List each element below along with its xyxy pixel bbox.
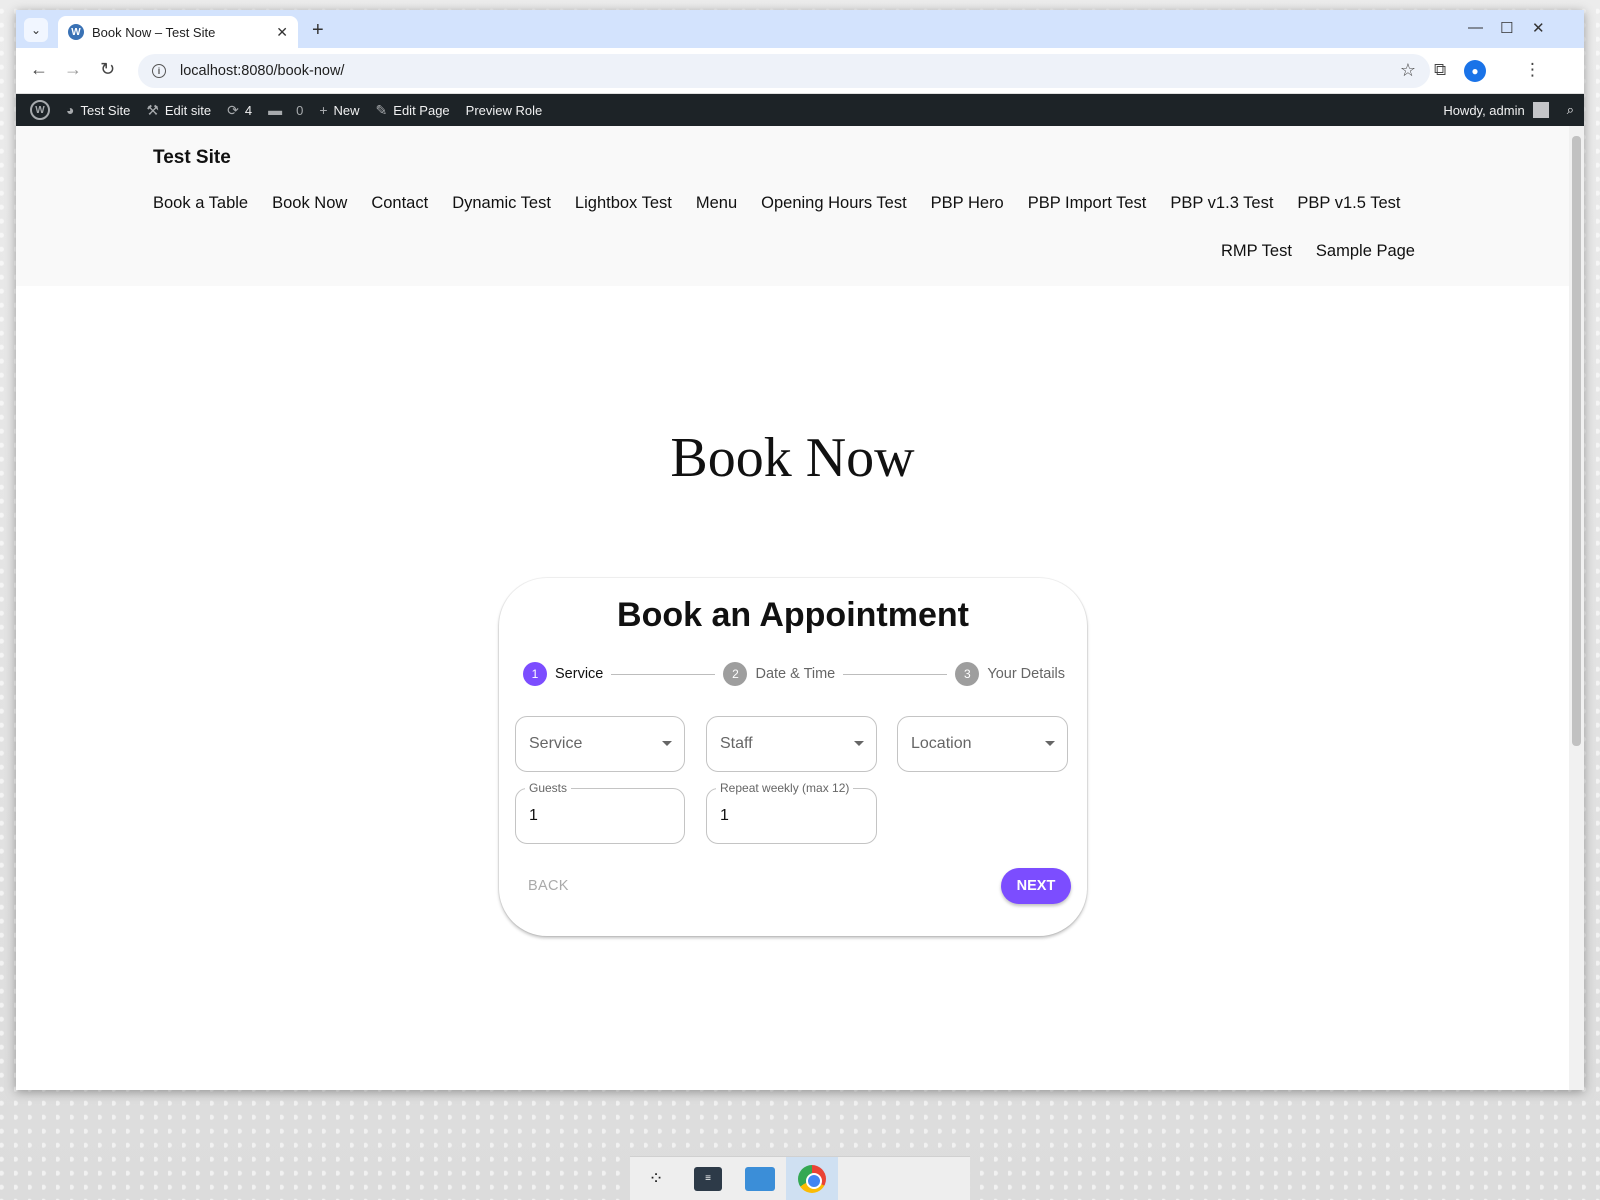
wordpress-logo-icon: W [30, 100, 50, 120]
chrome-app-icon[interactable] [786, 1156, 838, 1200]
step-label: Date & Time [755, 666, 836, 682]
admin-updates[interactable]: ⟳ 4 [219, 94, 260, 126]
step-your-details: 3 Your Details [955, 662, 1065, 686]
profile-icon[interactable]: ● [1464, 60, 1486, 82]
window-close-icon[interactable]: ✕ [1532, 19, 1545, 37]
admin-site-name[interactable]: ◕ Test Site [58, 94, 138, 126]
back-button[interactable]: BACK [528, 878, 569, 894]
dashboard-icon: ◕ [66, 102, 75, 118]
nav-link[interactable]: Opening Hours Test [761, 194, 907, 213]
avatar [1532, 102, 1549, 118]
app-launcher-icon[interactable]: ⁘ [630, 1157, 682, 1200]
site-navigation: Book a Table Book Now Contact Dynamic Test L… [153, 194, 1453, 261]
more-menu-icon[interactable]: ⋮ [1524, 60, 1541, 80]
search-icon[interactable]: ⌕ [1557, 94, 1584, 126]
nav-link[interactable]: PBP v1.3 Test [1170, 194, 1273, 213]
nav-link[interactable]: PBP Import Test [1028, 194, 1147, 213]
step-label: Service [555, 666, 604, 682]
step-number: 2 [723, 662, 748, 686]
tab-title: Book Now – Test Site [92, 24, 216, 40]
comment-icon: ▬ [268, 102, 283, 118]
admin-preview-role[interactable]: Preview Role [458, 94, 551, 126]
files-app-icon[interactable] [734, 1157, 786, 1200]
guests-input[interactable]: Guests 1 [515, 781, 685, 844]
terminal-app-icon[interactable]: ≡ [682, 1157, 734, 1200]
admin-account[interactable]: Howdy, admin [1435, 94, 1556, 126]
scrollbar-thumb[interactable] [1572, 136, 1581, 746]
address-bar[interactable]: i localhost:8080/book-now/ ☆ [138, 54, 1430, 88]
bookmark-star-icon[interactable]: ☆ [1400, 60, 1416, 81]
next-button[interactable]: NEXT [1001, 868, 1071, 904]
dropdown-caret-icon [662, 741, 672, 746]
wp-admin-bar: W ◕ Test Site ⚒ Edit site ⟳ 4 ▬ 0 + New ✎ Edit… [16, 94, 1584, 126]
hammer-icon: ⚒ [146, 101, 159, 118]
page-scrollbar[interactable] [1569, 126, 1584, 1090]
nav-link[interactable]: PBP Hero [931, 194, 1004, 213]
booking-stepper: 1 Service 2 Date & Time 3 Your Details [523, 662, 1065, 686]
browser-toolbar: ← → ↻ i localhost:8080/book-now/ ☆ ⧉ ● ⋮ [16, 48, 1584, 94]
nav-link[interactable]: Book Now [272, 194, 347, 213]
repeat-weekly-value: 1 [720, 807, 729, 824]
url-text: localhost:8080/book-now/ [180, 63, 345, 79]
step-label: Your Details [987, 666, 1066, 682]
admin-comments[interactable]: ▬ 0 [260, 94, 311, 126]
pencil-icon: ✎ [375, 101, 388, 118]
active-tab[interactable]: W Book Now – Test Site ✕ [58, 16, 298, 48]
location-select[interactable]: Location [897, 716, 1068, 772]
admin-edit-page[interactable]: ✎ Edit Page [368, 94, 458, 126]
service-select[interactable]: Service [515, 716, 685, 772]
extensions-icon[interactable]: ⧉ [1434, 60, 1446, 80]
admin-edit-site[interactable]: ⚒ Edit site [138, 94, 219, 126]
admin-new[interactable]: + New [311, 94, 367, 126]
wp-logo-menu[interactable]: W [22, 94, 58, 126]
step-number: 3 [955, 662, 980, 686]
tab-list-icon[interactable]: ⌄ [24, 18, 48, 42]
maximize-icon[interactable]: ☐ [1500, 19, 1513, 37]
updates-icon: ⟳ [227, 101, 239, 118]
repeat-weekly-label: Repeat weekly (max 12) [716, 781, 854, 795]
nav-link[interactable]: Contact [371, 194, 428, 213]
nav-link[interactable]: RMP Test [1221, 242, 1292, 261]
dropdown-caret-icon [1045, 741, 1055, 746]
site-page: Test Site Book a Table Book Now Contact Dyn… [16, 126, 1569, 1090]
back-icon[interactable]: ← [30, 59, 48, 80]
nav-link[interactable]: Dynamic Test [452, 194, 551, 213]
step-connector [843, 673, 948, 675]
page-title: Book Now [670, 427, 915, 489]
minimize-icon[interactable]: — [1468, 19, 1483, 36]
repeat-weekly-input[interactable]: Repeat weekly (max 12) 1 [706, 781, 877, 844]
nav-link[interactable]: Lightbox Test [575, 194, 672, 213]
taskbar: ⁘ ≡ [630, 1156, 970, 1200]
reload-icon[interactable]: ↻ [100, 59, 115, 80]
booking-card: Book an Appointment 1 Service 2 Date & T… [499, 578, 1087, 936]
step-connector [611, 673, 716, 675]
dropdown-caret-icon [854, 741, 864, 746]
new-tab-icon[interactable]: + [312, 19, 324, 42]
nav-link[interactable]: PBP v1.5 Test [1297, 194, 1400, 213]
nav-link[interactable]: Sample Page [1316, 242, 1415, 261]
booking-title: Book an Appointment [617, 596, 969, 634]
site-info-icon[interactable]: i [152, 64, 166, 78]
nav-link[interactable]: Book a Table [153, 194, 248, 213]
wordpress-favicon: W [68, 24, 84, 40]
close-icon[interactable]: ✕ [276, 24, 288, 41]
step-date-time: 2 Date & Time [723, 662, 835, 686]
staff-select[interactable]: Staff [706, 716, 877, 772]
site-header: Test Site Book a Table Book Now Contact Dyn… [16, 126, 1569, 286]
nav-link[interactable]: Menu [696, 194, 737, 213]
plus-icon: + [319, 102, 328, 118]
forward-icon[interactable]: → [64, 59, 82, 80]
guests-value: 1 [529, 807, 538, 824]
guests-label: Guests [525, 781, 572, 795]
site-title[interactable]: Test Site [153, 147, 231, 169]
tab-bar: ⌄ W Book Now – Test Site ✕ + — ☐ ✕ [16, 10, 1584, 48]
step-number: 1 [523, 662, 547, 686]
step-service: 1 Service [523, 662, 603, 686]
browser-window: ⌄ W Book Now – Test Site ✕ + — ☐ ✕ ← → ↻… [16, 10, 1584, 1090]
